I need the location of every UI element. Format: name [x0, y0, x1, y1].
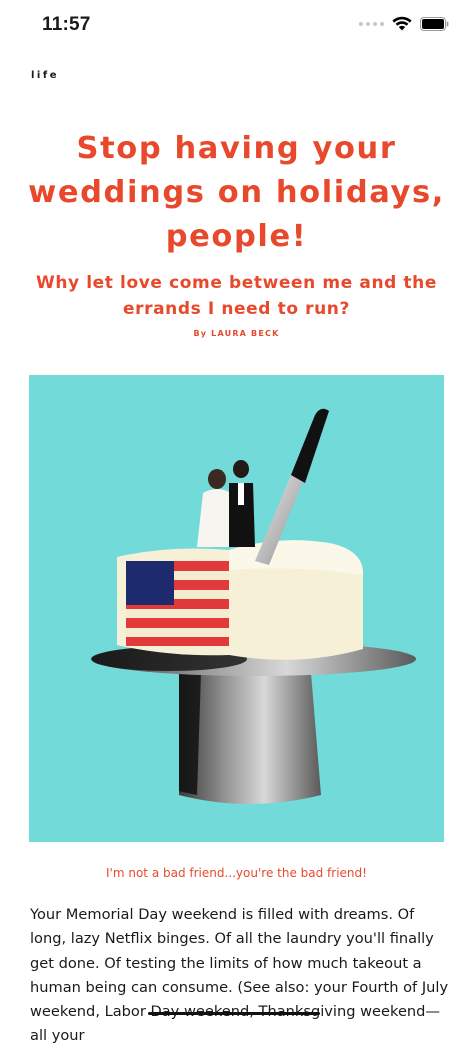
article-byline[interactable]: By LAURA BECK: [0, 329, 473, 338]
article-body: Your Memorial Day weekend is filled with…: [30, 906, 449, 1045]
status-bar: 11:57: [0, 0, 473, 52]
text-strikethrough-overlay: [148, 1012, 320, 1015]
battery-icon: [420, 16, 449, 31]
wifi-icon: [392, 16, 412, 31]
article-headline: Stop having your weddings on holidays, p…: [28, 131, 445, 254]
flag-cake-layers: [126, 561, 229, 646]
cellular-signal-icon: [359, 21, 384, 26]
wedding-cake-illustration: [91, 408, 416, 804]
image-caption: I'm not a bad friend...you're the bad fr…: [106, 866, 367, 880]
couple-topper: [197, 460, 255, 547]
section-label[interactable]: life: [31, 70, 59, 81]
article-subheadline: Why let love come between me and the err…: [35, 273, 437, 319]
hero-image: [29, 375, 444, 842]
status-icons: [359, 16, 449, 31]
status-time: 11:57: [42, 14, 91, 35]
